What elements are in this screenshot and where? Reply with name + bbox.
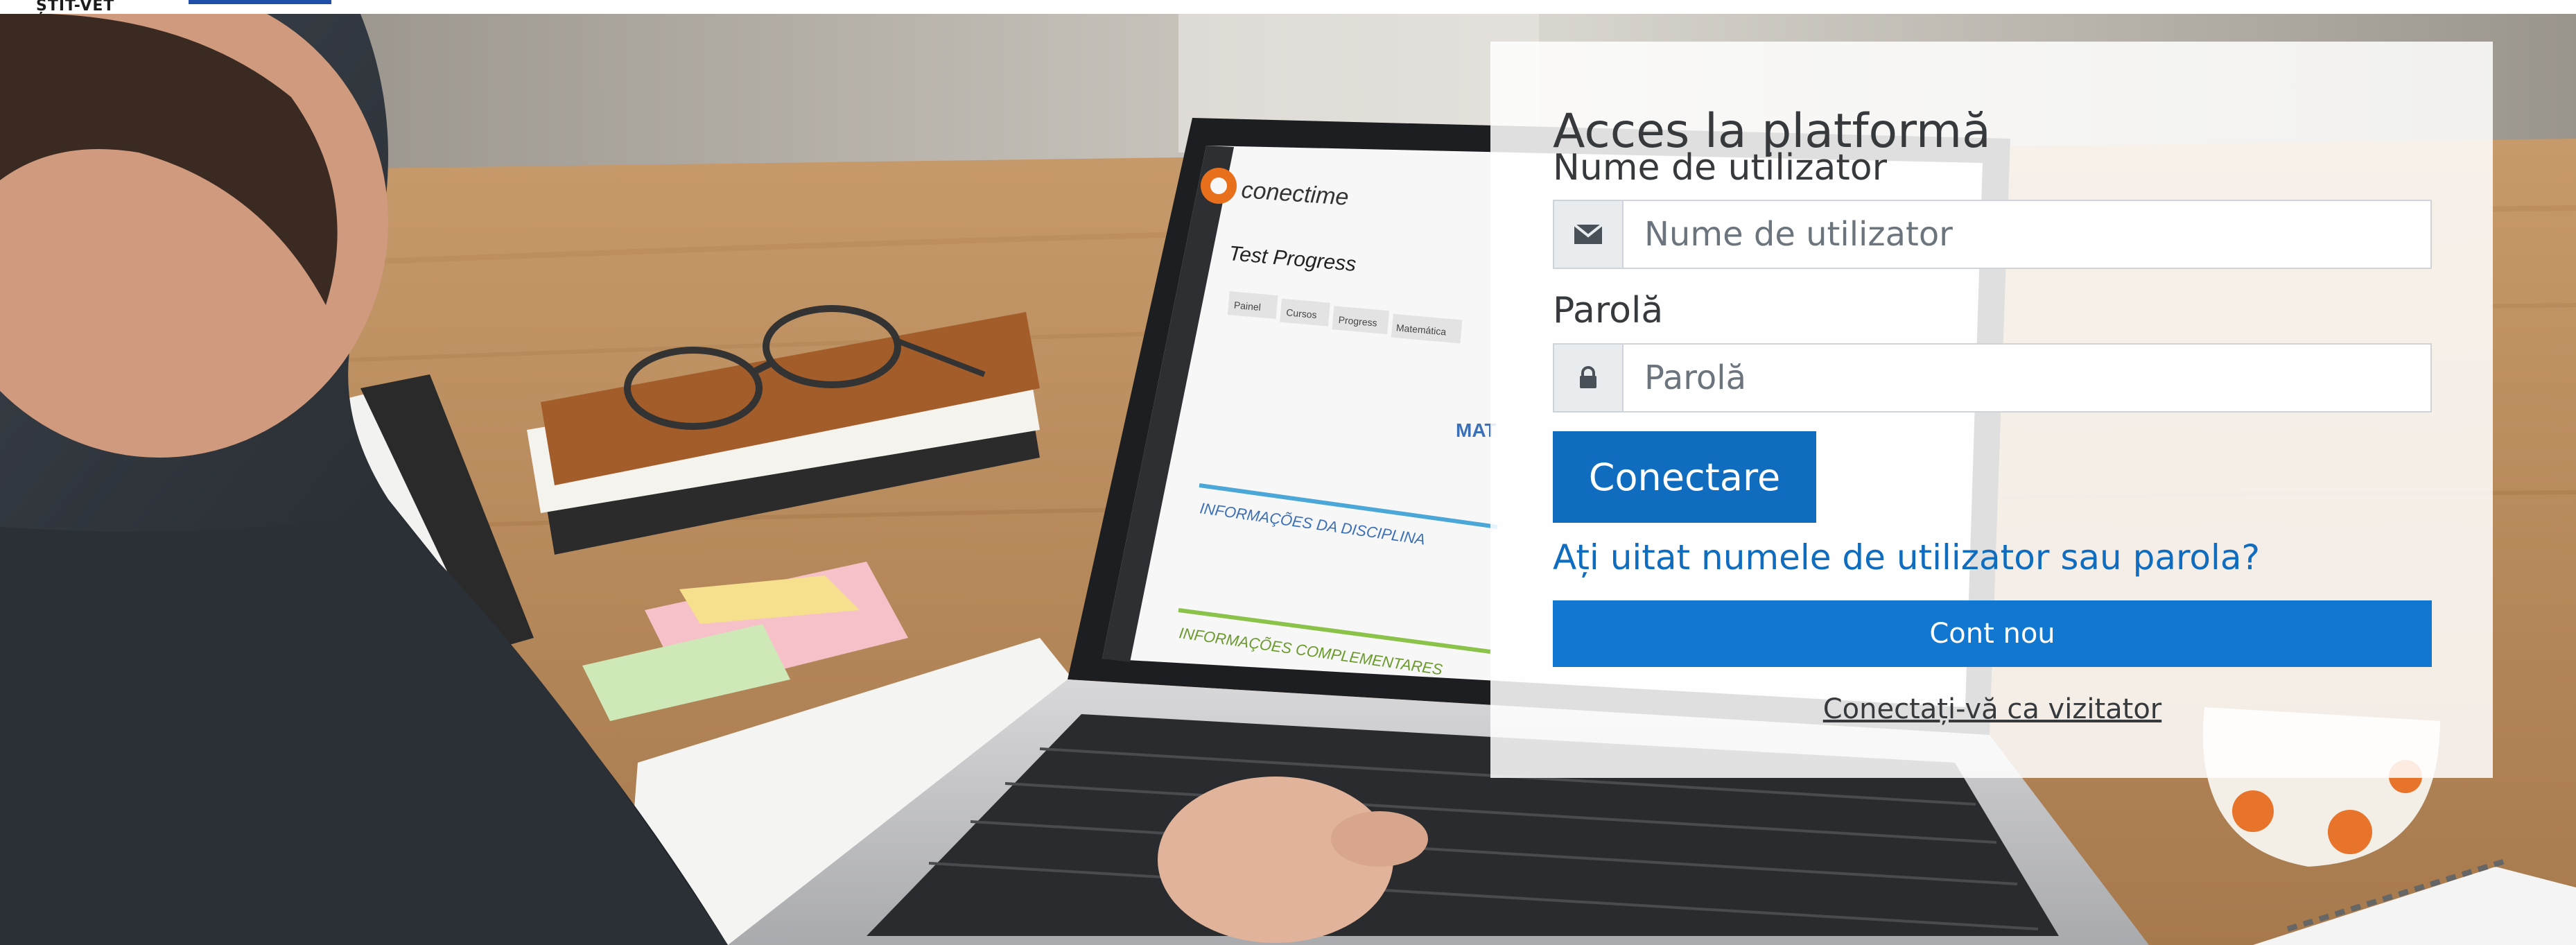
lock-icon (1554, 345, 1624, 411)
login-page: conectime Test Progress Painel Cursos Pr… (0, 0, 2576, 945)
guest-login-link[interactable]: Conectați-vă ca vizitator (1553, 693, 2432, 725)
username-label: Nume de utilizator (1553, 147, 1887, 189)
logo-bar (189, 0, 331, 4)
password-label: Parolă (1553, 290, 1664, 331)
login-button[interactable]: Conectare (1553, 431, 1816, 523)
new-account-button[interactable]: Cont nou (1553, 600, 2432, 667)
login-card: Acces la platformă Nume de utilizator Pa… (1490, 42, 2493, 778)
site-logo-text[interactable]: ȘTIT-VET (36, 0, 114, 15)
svg-text:Painel: Painel (1233, 300, 1261, 313)
username-input[interactable] (1624, 201, 2430, 268)
forgot-password-link[interactable]: Ați uitat numele de utilizator sau parol… (1553, 537, 2260, 578)
site-header: ȘTIT-VET (0, 0, 2576, 15)
username-input-group (1553, 200, 2432, 269)
password-input[interactable] (1624, 345, 2430, 411)
password-input-group (1553, 343, 2432, 413)
envelope-icon (1554, 201, 1624, 268)
